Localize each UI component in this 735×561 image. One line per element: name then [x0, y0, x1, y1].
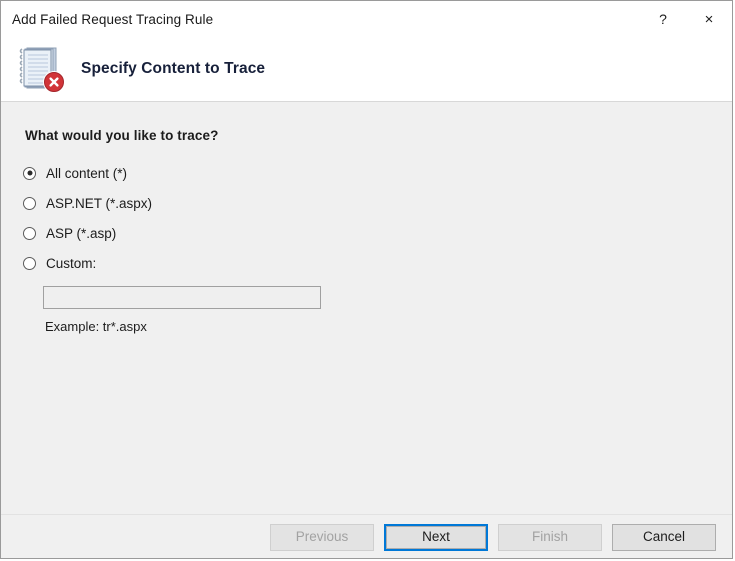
trace-question-label: What would you like to trace? [25, 128, 219, 143]
radio-option-custom[interactable]: Custom: [23, 248, 732, 278]
trace-content-radio-group: All content (*) ASP.NET (*.aspx) ASP (*.… [1, 158, 732, 278]
previous-button[interactable]: Previous [270, 523, 374, 551]
finish-button[interactable]: Finish [498, 523, 602, 551]
radio-indicator-custom[interactable] [23, 256, 36, 270]
window-title: Add Failed Request Tracing Rule [12, 11, 214, 27]
radio-indicator-aspnet[interactable] [23, 196, 36, 210]
radio-label-aspnet: ASP.NET (*.aspx) [46, 195, 153, 211]
radio-label-custom: Custom: [46, 255, 97, 271]
custom-pattern-field-wrap [1, 286, 732, 309]
notebook-error-icon [15, 43, 67, 95]
dialog-header: Specify Content to Trace [1, 37, 732, 102]
radio-option-all-content[interactable]: All content (*) [23, 158, 732, 188]
example-hint-label: Example: tr*.aspx [45, 319, 147, 334]
dialog-footer: Previous Next Finish Cancel [1, 514, 732, 558]
next-button[interactable]: Next [384, 523, 488, 551]
title-bar-controls: ? × [640, 1, 732, 37]
radio-option-asp[interactable]: ASP (*.asp) [23, 218, 732, 248]
add-failed-request-tracing-rule-dialog: Add Failed Request Tracing Rule ? × Spec… [0, 0, 733, 559]
question-mark-icon: ? [659, 11, 667, 27]
radio-indicator-asp[interactable] [23, 226, 36, 240]
help-button[interactable]: ? [640, 1, 686, 37]
radio-label-all-content: All content (*) [46, 165, 128, 181]
radio-label-asp: ASP (*.asp) [46, 225, 117, 241]
custom-pattern-input[interactable] [43, 286, 321, 309]
radio-indicator-all-content[interactable] [23, 166, 36, 180]
radio-option-aspnet[interactable]: ASP.NET (*.aspx) [23, 188, 732, 218]
content-pane: What would you like to trace? All conten… [1, 102, 732, 514]
cancel-button[interactable]: Cancel [612, 523, 716, 551]
page-title: Specify Content to Trace [81, 60, 266, 77]
next-button-label: Next [386, 525, 486, 549]
close-icon: × [704, 10, 714, 28]
title-bar: Add Failed Request Tracing Rule ? × [1, 1, 732, 37]
close-button[interactable]: × [686, 1, 732, 37]
